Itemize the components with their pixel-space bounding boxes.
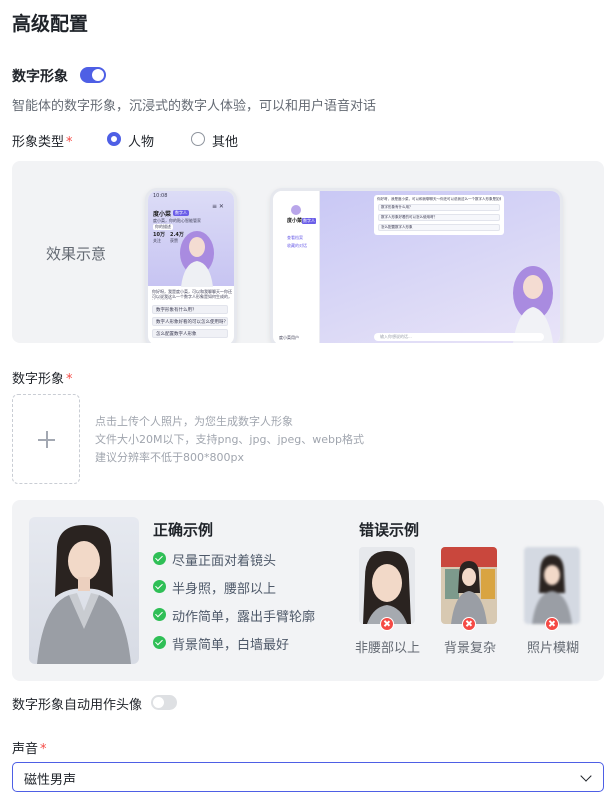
tablet-name: 度小菜 bbox=[287, 218, 303, 224]
tablet-input: 输入你想说的话... bbox=[374, 333, 544, 341]
check-icon bbox=[153, 608, 166, 621]
upload-hint: 文件大小20M以下，支持png、jpg、jpeg、webp格式 bbox=[95, 433, 364, 446]
radio-other-label[interactable]: 其他 bbox=[212, 131, 238, 150]
phone-link: 你的描述 bbox=[153, 224, 173, 230]
preview-panel: 效果示意 10:08 ≡ ✕ 度小菜 数字人 度小菜，你的贴心智能管家 你的描述… bbox=[12, 161, 604, 343]
tablet-avatar-figure bbox=[513, 266, 553, 343]
digital-human-title: 数字形象 bbox=[12, 69, 68, 85]
phone-greeting: 你好呀，我是度小菜，可以和我聊聊天～你还可以说我这么一个数字人形象是如何生成的，… bbox=[152, 289, 232, 300]
tablet-greeting: 你好呀，我是度小菜，可以和我聊聊天～你还可以说我这么一个数字人形象是如何生成的，… bbox=[377, 197, 501, 201]
phone-mockup: 10:08 ≡ ✕ 度小菜 数字人 度小菜，你的贴心智能管家 你的描述 10万 … bbox=[145, 188, 237, 343]
check-icon bbox=[153, 552, 166, 565]
digital-human-toggle[interactable] bbox=[80, 67, 106, 83]
person-figure bbox=[37, 525, 131, 664]
phone-status-time: 10:08 bbox=[153, 193, 168, 199]
wrong-example-photo bbox=[441, 547, 497, 624]
radio-person-label[interactable]: 人物 bbox=[128, 131, 154, 150]
wrong-example-photo bbox=[359, 547, 415, 624]
tablet-suggestion: 数字形象有什么用？ bbox=[378, 204, 500, 211]
correct-item: 尽量正面对着镜头 bbox=[172, 554, 277, 569]
toggle-knob bbox=[153, 697, 164, 708]
tablet-suggestion: 怎么配置数字人形象 bbox=[378, 224, 500, 231]
upload-hint: 建议分辨率不低于800*800px bbox=[95, 451, 244, 464]
phone-tag: 数字人 bbox=[173, 210, 189, 216]
phone-avatar-figure bbox=[180, 231, 214, 287]
check-icon bbox=[153, 636, 166, 649]
digital-human-description: 智能体的数字形象，沉浸式的数字人体验，可以和用户语音对话 bbox=[12, 99, 377, 114]
radio-person[interactable] bbox=[107, 132, 121, 146]
error-x-icon bbox=[380, 617, 394, 631]
phone-suggestion: 怎么配置数字人形象 bbox=[152, 329, 228, 338]
upload-label: 数字形象 * bbox=[12, 372, 73, 387]
toggle-knob bbox=[92, 69, 104, 81]
tablet-main: 你好呀，我是度小菜，可以和我聊聊天～你还可以说我这么一个数字人形象是如何生成的，… bbox=[320, 191, 560, 343]
error-x-icon bbox=[462, 617, 476, 631]
error-x-icon bbox=[545, 617, 559, 631]
auto-avatar-label: 数字形象自动用作头像 bbox=[12, 698, 143, 713]
busy-background-figure bbox=[441, 547, 497, 624]
voice-select[interactable]: 磁性男声 bbox=[12, 762, 604, 792]
tablet-suggestion: 数字人形象好看的可以怎么使用呀？ bbox=[378, 214, 500, 221]
phone-menu-icon: ≡ ✕ bbox=[212, 203, 224, 210]
preview-label: 效果示意 bbox=[46, 245, 107, 263]
page-title: 高级配置 bbox=[12, 13, 89, 35]
avatar-type-label: 形象类型 * bbox=[12, 135, 73, 150]
blurry-figure bbox=[532, 555, 572, 624]
phone-stat-label: 关注 bbox=[153, 238, 161, 243]
wrong-item: 照片模糊 bbox=[527, 641, 580, 656]
upload-button[interactable] bbox=[12, 394, 80, 484]
radio-other[interactable] bbox=[191, 132, 205, 146]
tablet-tag: 数字人 bbox=[302, 218, 316, 224]
wrong-example-title: 错误示例 bbox=[359, 521, 420, 539]
example-panel: 正确示例 尽量正面对着镜头 半身照，腰部以上 动作简单，露出手臂轮廓 背景简单，… bbox=[12, 500, 604, 681]
tablet-user: 度小菜用户 bbox=[279, 335, 299, 340]
tablet-sidebar: 度小菜 数字人 查看档案 收藏的对话 度小菜用户 bbox=[273, 191, 320, 343]
auto-avatar-toggle[interactable] bbox=[151, 695, 177, 710]
correct-item: 背景简单，白墙最好 bbox=[172, 638, 290, 653]
tablet-avatar bbox=[291, 205, 301, 215]
tablet-chat-card: 你好呀，我是度小菜，可以和我聊聊天～你还可以说我这么一个数字人形象是如何生成的，… bbox=[374, 195, 504, 235]
check-icon bbox=[153, 580, 166, 593]
correct-item: 动作简单，露出手臂轮廓 bbox=[172, 610, 316, 625]
phone-suggestion: 数字形象有什么用？ bbox=[152, 305, 228, 314]
phone-name: 度小菜 bbox=[153, 211, 172, 218]
tablet-side-link: 收藏的对话 bbox=[287, 243, 307, 248]
wrong-example-photo bbox=[524, 547, 580, 624]
closeup-figure bbox=[363, 551, 411, 624]
phone-stat-value: 10万 bbox=[153, 232, 165, 238]
plus-icon bbox=[46, 431, 48, 448]
chevron-down-icon bbox=[580, 770, 592, 782]
wrong-item: 背景复杂 bbox=[444, 641, 497, 656]
correct-example-photo bbox=[29, 517, 139, 664]
correct-example-title: 正确示例 bbox=[153, 521, 214, 539]
wrong-item: 非腰部以上 bbox=[355, 641, 421, 656]
voice-label: 声音 * bbox=[12, 742, 47, 757]
tablet-mockup: 度小菜 数字人 查看档案 收藏的对话 度小菜用户 你好呀，我是度小菜，可以和我聊… bbox=[270, 188, 563, 343]
correct-item: 半身照，腰部以上 bbox=[172, 582, 277, 597]
voice-select-value: 磁性男声 bbox=[24, 773, 77, 788]
upload-hint: 点击上传个人照片，为您生成数字人形象 bbox=[95, 415, 293, 428]
phone-suggestion: 数字人形象好看的可以怎么使用呀？ bbox=[152, 317, 228, 326]
tablet-side-link: 查看档案 bbox=[287, 235, 303, 240]
